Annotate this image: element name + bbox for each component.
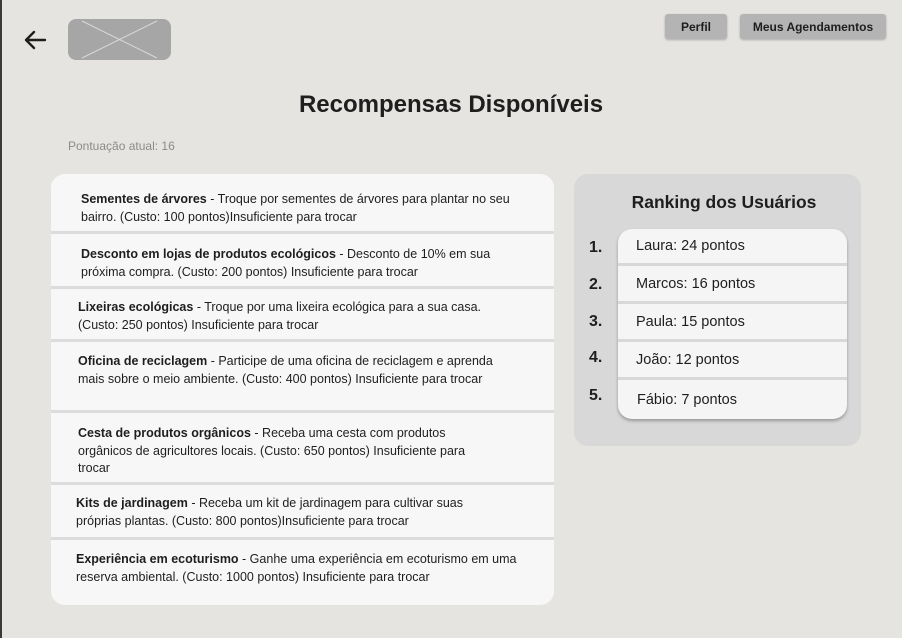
rank-number: 5. (589, 387, 603, 404)
perfil-button[interactable]: Perfil (665, 14, 727, 39)
meus-agendamentos-button[interactable]: Meus Agendamentos (740, 14, 886, 39)
current-score: Pontuação atual: 16 (68, 139, 175, 153)
page-title: Recompensas Disponíveis (298, 91, 604, 118)
reward-name: Desconto em lojas de produtos ecológicos (81, 247, 336, 261)
reward-item-desconto[interactable]: Desconto em lojas de produtos ecológicos… (51, 234, 554, 289)
reward-name: Lixeiras ecológicas (78, 300, 194, 314)
ranking-entry: João: 12 pontos (618, 342, 847, 380)
ranking-entry: Marcos: 16 pontos (618, 266, 847, 304)
rewards-list: Sementes de árvores - Troque por semente… (51, 174, 554, 605)
reward-item-lixeiras[interactable]: Lixeiras ecológicas - Troque por uma lix… (51, 289, 554, 342)
reward-item-oficina[interactable]: Oficina de reciclagem - Participe de uma… (51, 342, 554, 413)
ranking-entry: Fábio: 7 pontos (637, 391, 737, 408)
rank-number: 1. (589, 239, 603, 256)
rank-number: 3. (589, 313, 603, 330)
reward-name: Oficina de reciclagem (78, 354, 208, 368)
rank-number: 4. (589, 349, 603, 366)
rank-number: 2. (589, 276, 603, 293)
reward-name: Experiência em ecoturismo (76, 552, 239, 566)
ranking-title: Ranking dos Usuários (631, 192, 817, 212)
reward-item-kits[interactable]: Kits de jardinagem - Receba um kit de ja… (51, 485, 554, 540)
ranking-entry: Paula: 15 pontos (618, 304, 847, 342)
reward-item-sementes[interactable]: Sementes de árvores - Troque por semente… (51, 174, 554, 234)
reward-name: Sementes de árvores (81, 192, 207, 206)
reward-name: Cesta de produtos orgânicos (78, 426, 251, 440)
reward-item-ecoturismo[interactable]: Experiência em ecoturismo - Ganhe uma ex… (51, 540, 554, 605)
reward-name: Kits de jardinagem (76, 496, 188, 510)
logo-placeholder-icon (68, 19, 171, 60)
back-arrow-icon[interactable] (22, 27, 48, 53)
ranking-list: Laura: 24 pontos Marcos: 16 pontos Paula… (618, 229, 847, 419)
ranking-entry: Laura: 24 pontos (618, 229, 847, 266)
reward-item-cesta[interactable]: Cesta de produtos orgânicos - Receba uma… (51, 413, 554, 485)
ranking-panel: Ranking dos Usuários 1. 2. 3. 4. 5. Laur… (574, 174, 861, 446)
